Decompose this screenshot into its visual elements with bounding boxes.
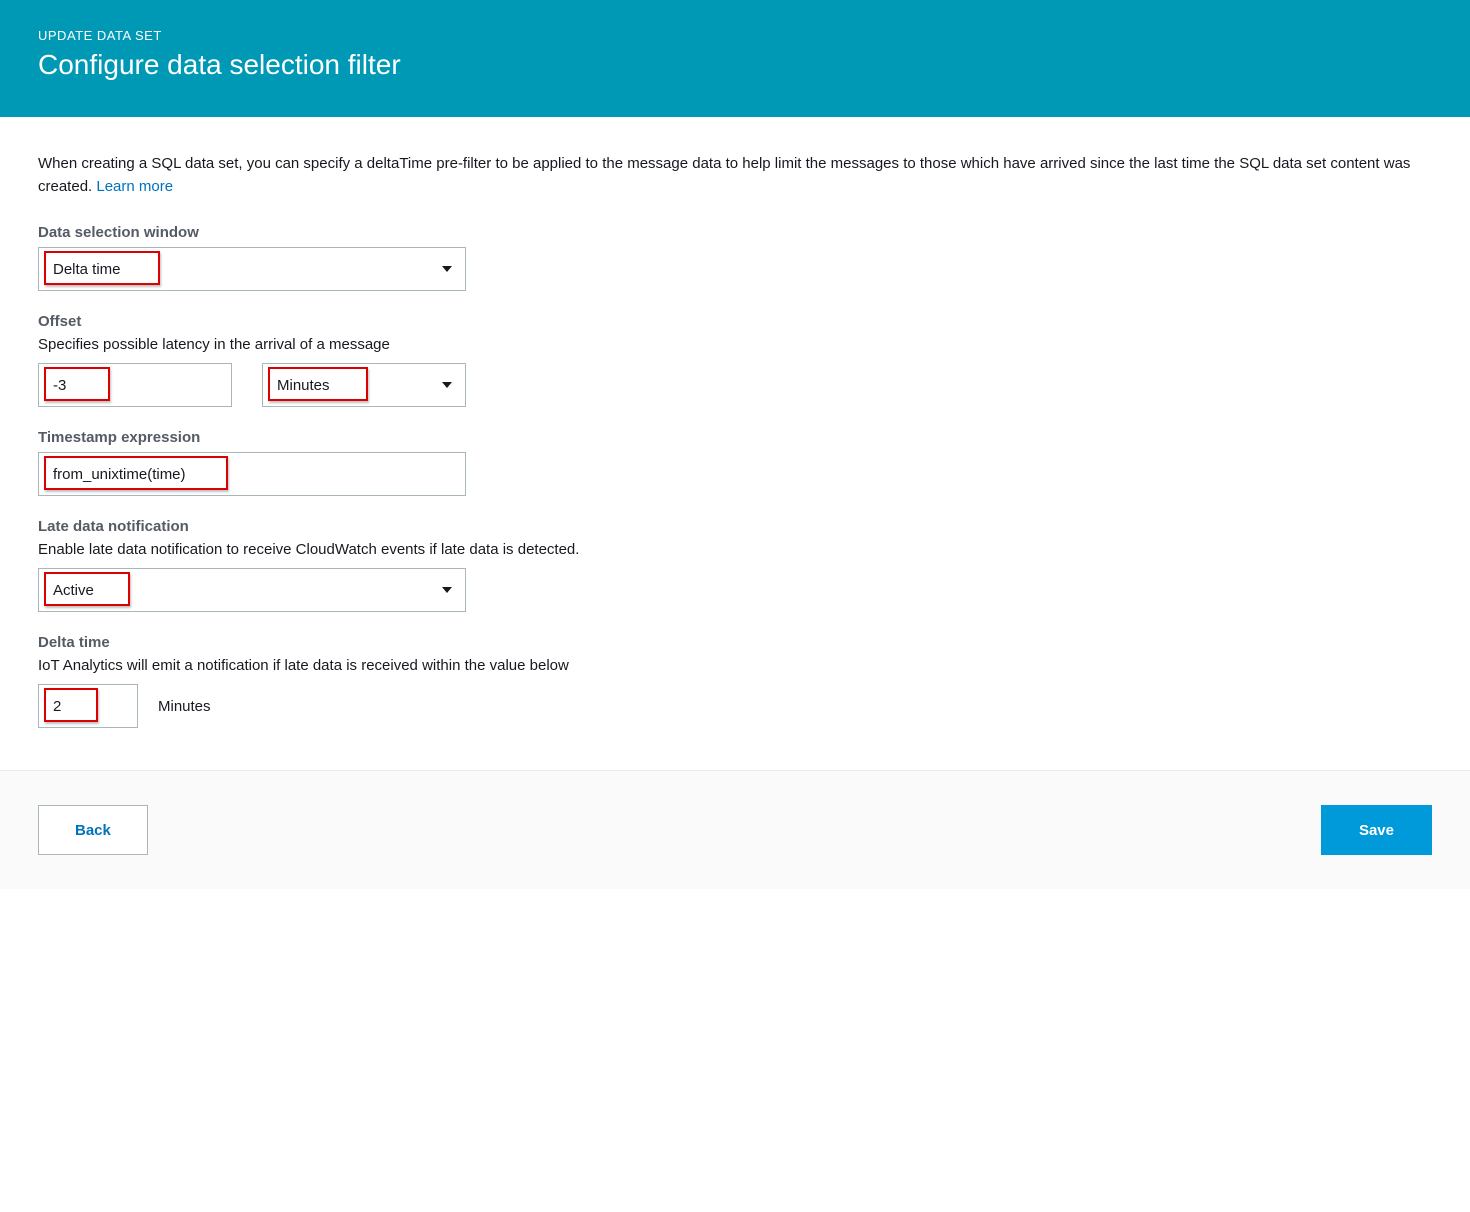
label-late-data-notification: Late data notification xyxy=(38,518,1432,535)
description-body: When creating a SQL data set, you can sp… xyxy=(38,155,1410,195)
page-header: UPDATE DATA SET Configure data selection… xyxy=(0,0,1470,117)
label-data-selection-window: Data selection window xyxy=(38,224,1432,241)
select-late-data-notification[interactable]: Active xyxy=(38,568,466,612)
field-timestamp-expression: Timestamp expression xyxy=(38,429,1432,496)
footer-bar: Back Save xyxy=(0,770,1470,889)
field-late-data-notification: Late data notification Enable late data … xyxy=(38,518,1432,612)
input-timestamp-expression[interactable] xyxy=(38,452,466,496)
help-delta-time: IoT Analytics will emit a notification i… xyxy=(38,657,1432,674)
learn-more-link[interactable]: Learn more xyxy=(96,178,173,195)
page-title: Configure data selection filter xyxy=(38,49,1432,81)
back-button[interactable]: Back xyxy=(38,805,148,855)
select-value: Minutes xyxy=(277,377,330,394)
field-delta-time: Delta time IoT Analytics will emit a not… xyxy=(38,634,1432,728)
description-text: When creating a SQL data set, you can sp… xyxy=(38,153,1432,198)
label-offset: Offset xyxy=(38,313,1432,330)
label-delta-time: Delta time xyxy=(38,634,1432,651)
input-delta-time-value[interactable] xyxy=(38,684,138,728)
select-value: Active xyxy=(53,582,94,599)
select-offset-unit[interactable]: Minutes xyxy=(262,363,466,407)
input-offset-value[interactable] xyxy=(38,363,232,407)
help-late-data-notification: Enable late data notification to receive… xyxy=(38,541,1432,558)
select-data-selection-window[interactable]: Delta time xyxy=(38,247,466,291)
field-data-selection-window: Data selection window Delta time xyxy=(38,224,1432,291)
field-offset: Offset Specifies possible latency in the… xyxy=(38,313,1432,407)
select-value: Delta time xyxy=(53,261,121,278)
label-timestamp-expression: Timestamp expression xyxy=(38,429,1432,446)
save-button[interactable]: Save xyxy=(1321,805,1432,855)
help-offset: Specifies possible latency in the arriva… xyxy=(38,336,1432,353)
label-delta-time-unit: Minutes xyxy=(158,698,211,715)
header-eyebrow: UPDATE DATA SET xyxy=(38,28,1432,43)
content-area: When creating a SQL data set, you can sp… xyxy=(0,117,1470,770)
